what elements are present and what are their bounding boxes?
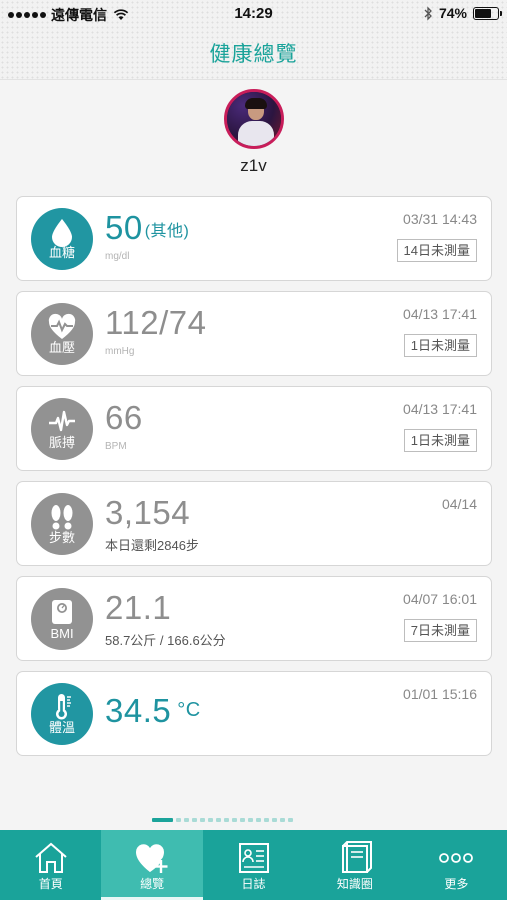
status-right: 74% xyxy=(423,5,502,21)
days-unmeasured-badge: 1日未測量 xyxy=(403,334,477,357)
tab-home[interactable]: 首頁 xyxy=(0,830,101,900)
bluetooth-icon xyxy=(424,5,432,21)
weight-height: 58.7公斤 / 166.6公分 xyxy=(105,633,226,648)
username: z1v xyxy=(240,156,267,175)
steps-card[interactable]: 步數 3,154 本日還剩2846步 04/14 xyxy=(16,481,492,566)
card-timestamp: 01/01 15:16 xyxy=(403,686,477,702)
value-suffix: (其他) xyxy=(144,223,190,240)
card-value: 3,154 xyxy=(105,494,191,531)
temperature-card[interactable]: 體溫 34.5 °C 01/01 15:16 xyxy=(16,671,492,756)
days-unmeasured-badge: 7日未測量 xyxy=(403,619,477,642)
blood-drop-icon: 血糖 xyxy=(31,208,93,270)
tab-label: 更多 xyxy=(444,877,469,891)
pulse-card[interactable]: 脈搏 66 BPM 04/13 17:41 1日未測量 xyxy=(16,386,492,471)
card-label: BMI xyxy=(50,626,74,641)
card-value: 66 xyxy=(105,399,143,436)
tab-label: 首頁 xyxy=(38,877,63,891)
temperature-unit: °C xyxy=(177,699,201,721)
battery-percentage: 74% xyxy=(438,5,467,21)
card-label: 脈搏 xyxy=(48,435,75,450)
home-icon xyxy=(35,842,67,873)
card-unit: mmHg xyxy=(105,346,135,357)
card-value: 112/74 xyxy=(105,304,207,341)
thermometer-icon: 體溫 xyxy=(31,683,93,745)
days-unmeasured-badge: 14日未測量 xyxy=(396,239,477,262)
tab-journal[interactable]: 日誌 xyxy=(203,830,304,900)
card-value: 50 (其他) xyxy=(105,209,190,246)
card-timestamp: 04/13 17:41 xyxy=(403,401,477,417)
card-timestamp: 04/13 17:41 xyxy=(403,306,477,322)
card-timestamp: 04/14 xyxy=(441,496,477,512)
journal-icon xyxy=(238,843,269,873)
footprints-icon: 步數 xyxy=(31,493,93,555)
blood-sugar-card[interactable]: 血糖 50 (其他) mg/dl 03/31 14:43 14日未測量 xyxy=(16,196,492,281)
tab-more[interactable]: 更多 xyxy=(406,830,507,900)
tab-label: 總覽 xyxy=(140,877,165,891)
scale-icon: BMI xyxy=(31,588,93,650)
card-timestamp: 03/31 14:43 xyxy=(403,211,477,227)
card-label: 血壓 xyxy=(48,340,75,355)
page-dot xyxy=(184,818,189,822)
page-title: 健康總覽 xyxy=(209,43,298,66)
card-timestamp: 04/07 16:01 xyxy=(403,591,477,607)
page-dot xyxy=(192,818,197,822)
card-label: 體溫 xyxy=(48,720,75,735)
page-dot xyxy=(176,818,181,822)
card-unit: mg/dl xyxy=(105,251,130,262)
tab-knowledge[interactable]: 知識圈 xyxy=(304,830,405,900)
days-unmeasured-badge: 1日未測量 xyxy=(403,429,477,452)
page-dot-active xyxy=(152,818,173,822)
page-indicator xyxy=(152,818,293,822)
heart-pulse-icon: 血壓 xyxy=(31,303,93,365)
page-dot xyxy=(256,818,261,822)
card-unit: BPM xyxy=(105,441,127,452)
page-dot xyxy=(216,818,221,822)
page-dot xyxy=(200,818,205,822)
page-dot xyxy=(232,818,237,822)
page-dot xyxy=(272,818,277,822)
card-label: 血糖 xyxy=(48,245,75,260)
page-dot xyxy=(224,818,229,822)
card-label: 步數 xyxy=(48,530,75,545)
tab-bar: 首頁 總覽 日誌 知識圈 更多 xyxy=(0,830,507,900)
page-dot xyxy=(280,818,285,822)
heart-plus-icon xyxy=(136,844,168,873)
steps-remaining: 本日還剩2846步 xyxy=(105,538,199,553)
blood-pressure-card[interactable]: 血壓 112/74 mmHg 04/13 17:41 1日未測量 xyxy=(16,291,492,376)
page-dot xyxy=(248,818,253,822)
page-dot xyxy=(240,818,245,822)
avatar[interactable] xyxy=(224,89,284,149)
book-icon xyxy=(341,841,372,873)
card-value: 21.1 xyxy=(105,589,172,626)
page-dot xyxy=(264,818,269,822)
battery-level xyxy=(475,8,492,18)
tab-label: 日誌 xyxy=(241,877,266,891)
card-value: 34.5 °C xyxy=(105,692,201,729)
battery-icon xyxy=(473,6,502,20)
bmi-card[interactable]: BMI 21.1 58.7公斤 / 166.6公分 04/07 16:01 7日… xyxy=(16,576,492,661)
heartbeat-wave-icon: 脈搏 xyxy=(31,398,93,460)
page-dot xyxy=(288,818,293,822)
status-bar: 遠傳電信 14:29 74% xyxy=(0,0,507,28)
tab-label: 知識圈 xyxy=(336,877,373,891)
page-dot xyxy=(208,818,213,822)
header-area: 遠傳電信 14:29 74% 健康總覽 xyxy=(0,0,507,80)
tab-overview[interactable]: 總覽 xyxy=(101,830,204,900)
more-dots-icon xyxy=(439,853,474,863)
